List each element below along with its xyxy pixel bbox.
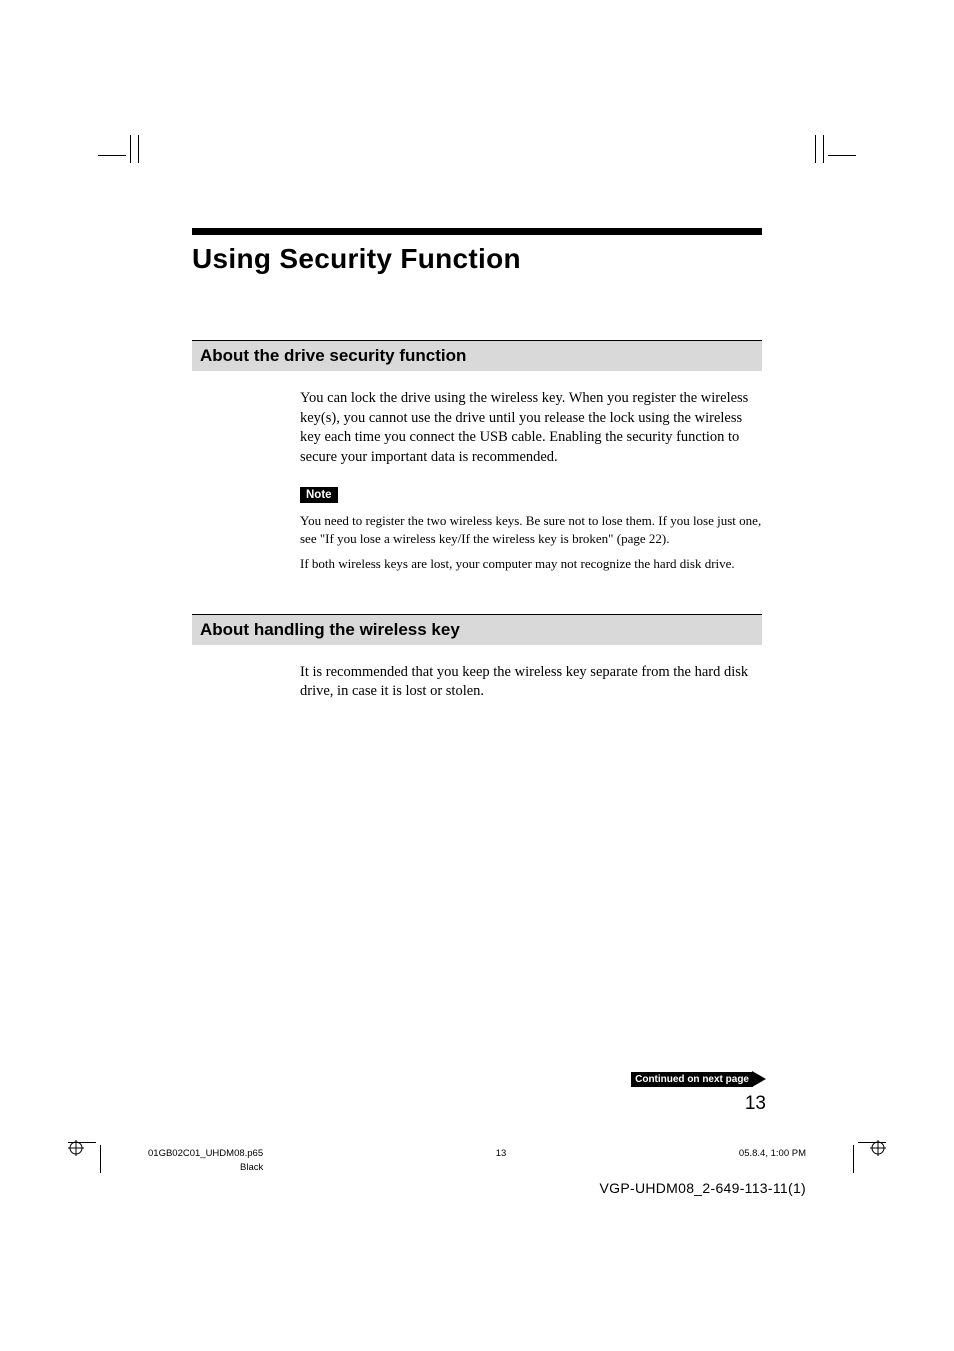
- crop-mark: [98, 155, 126, 156]
- title-rule: [192, 228, 762, 235]
- registration-mark-icon: [68, 1140, 84, 1156]
- continued-badge: Continued on next page: [631, 1071, 766, 1087]
- footer-meta: 01GB02C01_UHDM08.p65 13 05.8.4, 1:00 PM: [148, 1148, 806, 1159]
- note-text: You need to register the two wireless ke…: [300, 512, 762, 548]
- document-id: VGP-UHDM08_2-649-113-11(1): [600, 1180, 806, 1196]
- note-text: If both wireless keys are lost, your com…: [300, 555, 762, 573]
- crop-mark: [828, 155, 856, 156]
- footer-color: Black: [240, 1162, 263, 1173]
- arrow-right-icon: [752, 1071, 766, 1087]
- crop-mark: [130, 135, 131, 163]
- section-heading-drive-security: About the drive security function: [192, 340, 762, 371]
- footer-timestamp: 05.8.4, 1:00 PM: [739, 1148, 806, 1159]
- crop-mark: [138, 135, 139, 163]
- page-number: 13: [745, 1093, 766, 1115]
- page-title: Using Security Function: [192, 243, 762, 275]
- note-label: Note: [300, 487, 338, 503]
- footer-filename: 01GB02C01_UHDM08.p65: [148, 1148, 263, 1159]
- crop-mark: [815, 135, 816, 163]
- body-paragraph: It is recommended that you keep the wire…: [300, 663, 762, 702]
- body-paragraph: You can lock the drive using the wireles…: [300, 389, 762, 467]
- page-content: Using Security Function About the drive …: [192, 228, 762, 720]
- registration-mark-icon: [870, 1140, 886, 1156]
- section-heading-wireless-key: About handling the wireless key: [192, 614, 762, 645]
- continued-label: Continued on next page: [631, 1072, 753, 1087]
- crop-mark: [100, 1145, 101, 1173]
- crop-mark: [853, 1145, 854, 1173]
- crop-mark: [823, 135, 824, 163]
- footer-page-small: 13: [496, 1148, 507, 1159]
